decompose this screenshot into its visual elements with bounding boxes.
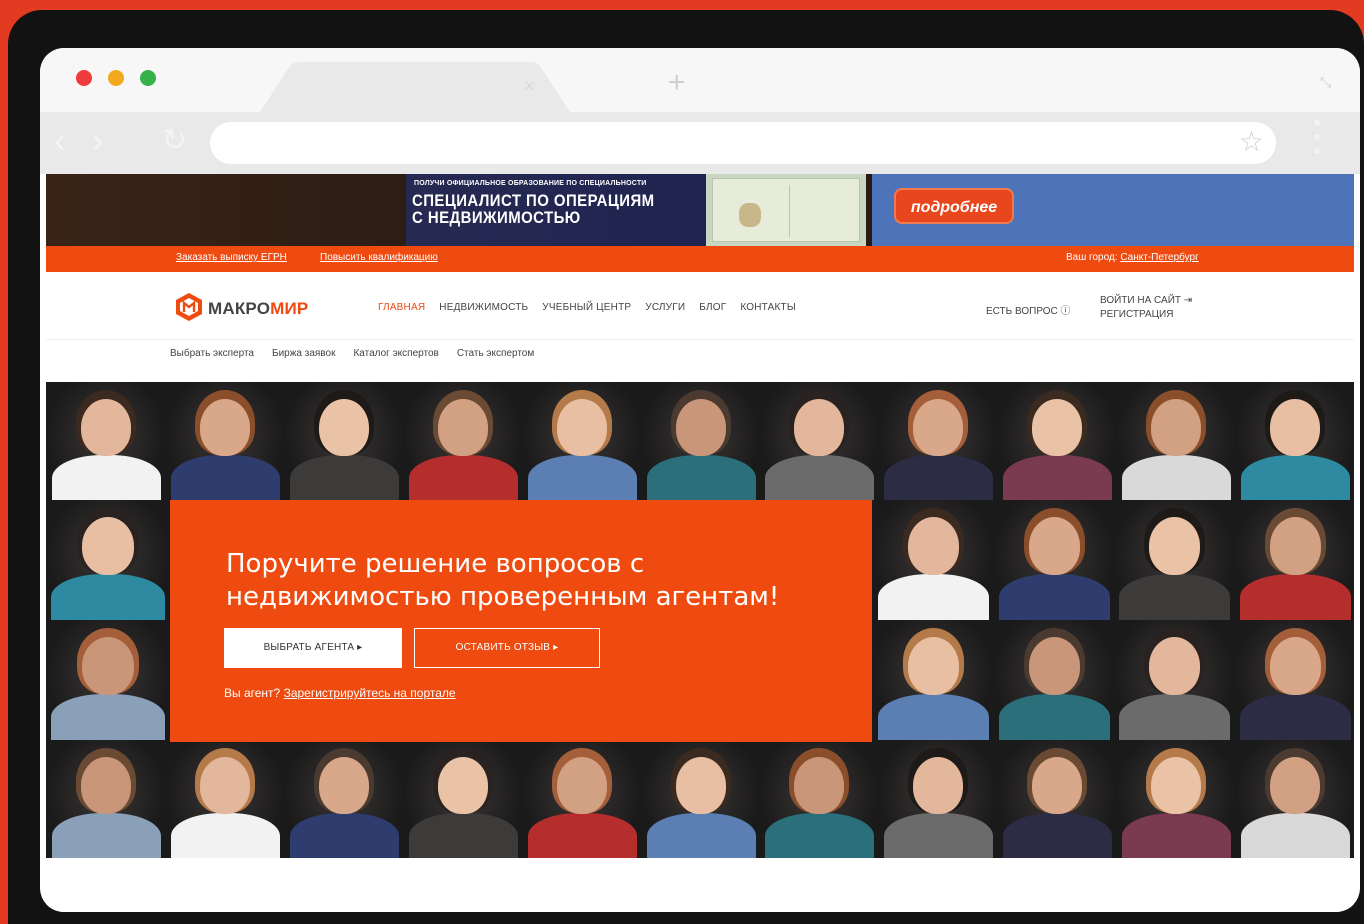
browser-toolbar: ‹ › ↻ ☆ bbox=[40, 112, 1360, 174]
expert-portrait bbox=[165, 382, 284, 500]
expand-icon[interactable]: ⤡ bbox=[1320, 74, 1338, 92]
maximize-window-button[interactable] bbox=[140, 70, 156, 86]
browser-window: × + ⤡ ‹ › ↻ ☆ ПОЛУЧИ ОФИЦИАЛЬНОЕ ОБРАЗОВ… bbox=[40, 48, 1360, 912]
expert-portrait bbox=[872, 500, 993, 620]
diploma-image bbox=[706, 174, 866, 246]
expert-portrait bbox=[641, 382, 760, 500]
expert-portrait bbox=[284, 740, 403, 858]
expert-portrait bbox=[1234, 500, 1354, 620]
nav-item-services[interactable]: УСЛУГИ bbox=[645, 302, 685, 313]
subnav-expert-catalog[interactable]: Каталог экспертов bbox=[353, 348, 438, 359]
expert-portrait bbox=[1113, 620, 1234, 740]
agent-question: Вы агент? bbox=[224, 686, 281, 700]
hero-title: Поручите решение вопросов с недвижимость… bbox=[226, 549, 780, 612]
expert-portrait bbox=[993, 500, 1114, 620]
hero-section: Поручите решение вопросов с недвижимость… bbox=[46, 382, 1354, 858]
browser-titlebar: × + ⤡ bbox=[40, 48, 1360, 112]
order-egrn-link[interactable]: Заказать выписку ЕГРН bbox=[176, 252, 287, 263]
login-link[interactable]: ВОЙТИ НА САЙТ ⇥ bbox=[1100, 294, 1192, 308]
diploma-sheet bbox=[712, 178, 860, 242]
expert-portrait bbox=[522, 740, 641, 858]
expert-portrait bbox=[993, 620, 1114, 740]
top-links-bar: Заказать выписку ЕГРН Повысить квалифика… bbox=[46, 246, 1354, 272]
choose-agent-button[interactable]: ВЫБРАТЬ АГЕНТА ▸ bbox=[224, 628, 402, 668]
subnav-become-expert[interactable]: Стать экспертом bbox=[457, 348, 534, 359]
expert-portrait bbox=[641, 740, 760, 858]
tab-shape bbox=[260, 62, 570, 112]
emblem-icon bbox=[739, 203, 761, 227]
banner-text-panel: ПОЛУЧИ ОФИЦИАЛЬНОЕ ОБРАЗОВАНИЕ ПО СПЕЦИА… bbox=[406, 174, 706, 246]
bookmark-star-icon[interactable]: ☆ bbox=[1239, 128, 1264, 156]
minimize-window-button[interactable] bbox=[108, 70, 124, 86]
banner-left-panel bbox=[46, 174, 406, 246]
close-window-button[interactable] bbox=[76, 70, 92, 86]
main-nav: ГЛАВНАЯ НЕДВИЖИМОСТЬ УЧЕБНЫЙ ЦЕНТР УСЛУГ… bbox=[378, 302, 796, 313]
banner-title: СПЕЦИАЛИСТ ПО ОПЕРАЦИЯМ С НЕДВИЖИМОСТЬЮ bbox=[412, 191, 655, 227]
ad-banner[interactable]: ПОЛУЧИ ОФИЦИАЛЬНОЕ ОБРАЗОВАНИЕ ПО СПЕЦИА… bbox=[46, 174, 1354, 246]
expert-portrait bbox=[46, 740, 165, 858]
expert-portrait bbox=[284, 382, 403, 500]
expert-portrait bbox=[872, 620, 993, 740]
browser-tab[interactable]: × bbox=[260, 62, 680, 112]
leave-review-button[interactable]: ОСТАВИТЬ ОТЗЫВ ▸ bbox=[414, 628, 600, 668]
address-bar[interactable]: ☆ bbox=[210, 122, 1276, 164]
expert-portrait bbox=[1234, 620, 1354, 740]
nav-item-home[interactable]: ГЛАВНАЯ bbox=[378, 302, 425, 313]
nav-item-training[interactable]: УЧЕБНЫЙ ЦЕНТР bbox=[542, 302, 631, 313]
expert-portrait bbox=[759, 382, 878, 500]
expert-portrait bbox=[997, 740, 1116, 858]
logo-text: МАКРОМИР bbox=[208, 299, 308, 319]
expert-portrait bbox=[1116, 382, 1235, 500]
expert-portrait bbox=[165, 740, 284, 858]
hero-panel: Поручите решение вопросов с недвижимость… bbox=[170, 500, 872, 742]
expert-portrait bbox=[1235, 382, 1354, 500]
site-header: МАКРОМИР ГЛАВНАЯ НЕДВИЖИМОСТЬ УЧЕБНЫЙ ЦЕ… bbox=[46, 272, 1354, 340]
forward-icon[interactable]: › bbox=[92, 124, 103, 158]
ask-question-link[interactable]: ЕСТЬ ВОПРОС ⓘ bbox=[986, 302, 1071, 317]
auth-links: ВОЙТИ НА САЙТ ⇥ РЕГИСТРАЦИЯ bbox=[1100, 294, 1192, 322]
register-on-portal-link[interactable]: Зарегистрируйтесь на портале bbox=[284, 686, 456, 700]
expert-portrait bbox=[46, 500, 170, 620]
logo-icon bbox=[176, 293, 202, 321]
register-link[interactable]: РЕГИСТРАЦИЯ bbox=[1100, 308, 1192, 322]
device-frame: × + ⤡ ‹ › ↻ ☆ ПОЛУЧИ ОФИЦИАЛЬНОЕ ОБРАЗОВ… bbox=[8, 10, 1364, 924]
banner-more-button[interactable]: подробнее bbox=[894, 188, 1014, 224]
expert-portrait bbox=[878, 740, 997, 858]
new-tab-icon[interactable]: + bbox=[668, 68, 686, 98]
subnav-request-exchange[interactable]: Биржа заявок bbox=[272, 348, 335, 359]
expert-portrait bbox=[403, 740, 522, 858]
logo-part-2: МИР bbox=[270, 299, 309, 318]
subnav-choose-expert[interactable]: Выбрать эксперта bbox=[170, 348, 254, 359]
nav-item-realty[interactable]: НЕДВИЖИМОСТЬ bbox=[439, 302, 528, 313]
expert-portrait bbox=[1235, 740, 1354, 858]
expert-portrait bbox=[1113, 500, 1234, 620]
city-link[interactable]: Санкт-Петербург bbox=[1120, 252, 1198, 263]
expert-portrait bbox=[1116, 740, 1235, 858]
expert-portrait bbox=[46, 382, 165, 500]
reload-icon[interactable]: ↻ bbox=[162, 126, 187, 156]
browser-menu-icon[interactable] bbox=[1314, 120, 1322, 166]
nav-item-blog[interactable]: БЛОГ bbox=[699, 302, 726, 313]
sub-nav: Выбрать эксперта Биржа заявок Каталог эк… bbox=[170, 348, 534, 359]
raise-qualification-link[interactable]: Повысить квалификацию bbox=[320, 252, 438, 263]
logo-part-1: МАКРО bbox=[208, 299, 271, 318]
tab-close-icon[interactable]: × bbox=[524, 76, 535, 97]
nav-item-contacts[interactable]: КОНТАКТЫ bbox=[740, 302, 796, 313]
expert-portrait bbox=[522, 382, 641, 500]
agent-register-text: Вы агент? Зарегистрируйтесь на портале bbox=[224, 686, 456, 700]
banner-right-panel: подробнее bbox=[872, 174, 1354, 246]
expert-portrait bbox=[759, 740, 878, 858]
back-icon[interactable]: ‹ bbox=[54, 124, 65, 158]
web-page: ПОЛУЧИ ОФИЦИАЛЬНОЕ ОБРАЗОВАНИЕ ПО СПЕЦИА… bbox=[46, 174, 1354, 912]
expert-portrait bbox=[878, 382, 997, 500]
banner-subtitle: ПОЛУЧИ ОФИЦИАЛЬНОЕ ОБРАЗОВАНИЕ ПО СПЕЦИА… bbox=[414, 180, 647, 187]
expert-portrait bbox=[997, 382, 1116, 500]
city-selector: Ваш город: Санкт-Петербург bbox=[1066, 252, 1199, 263]
expert-portrait bbox=[46, 620, 170, 740]
expert-portrait bbox=[403, 382, 522, 500]
city-label: Ваш город: bbox=[1066, 252, 1118, 263]
